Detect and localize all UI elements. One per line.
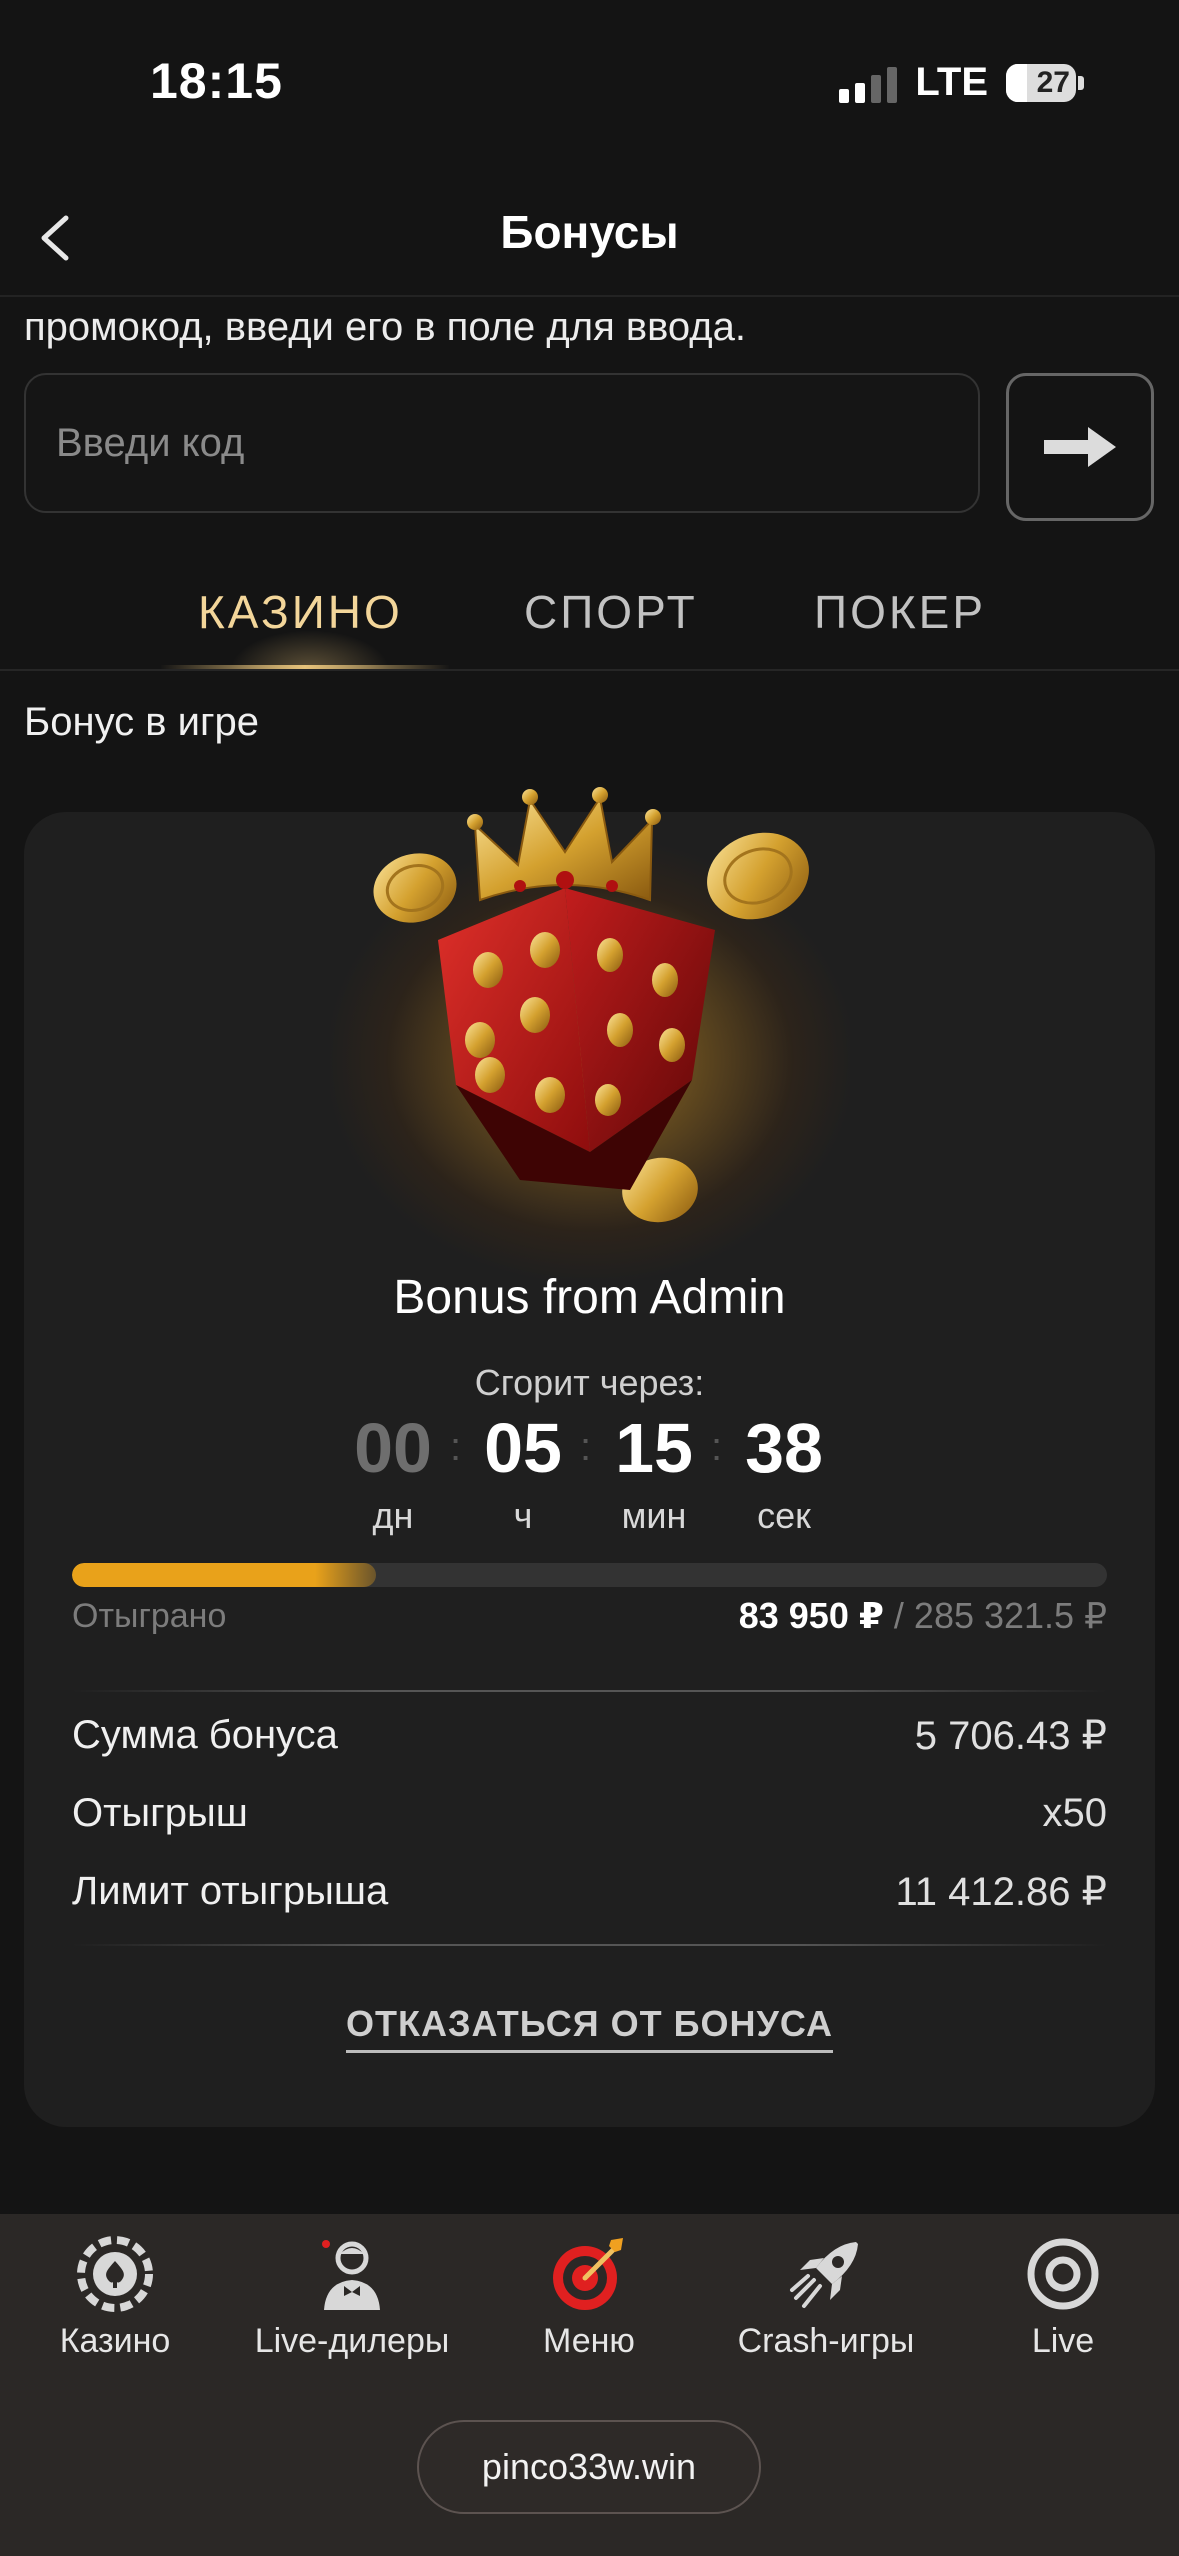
wager-limit-value: 11 412.86 ₽ [895,1870,1107,1914]
promo-hint: промокод, введи его в поле для ввода. [24,305,746,349]
tab-casino[interactable]: КАЗИНО [198,585,403,639]
domain-address[interactable]: pinco33w.win [417,2420,761,2514]
arrow-right-icon [1044,427,1116,467]
nav-menu[interactable]: Меню [474,2234,704,2361]
decline-bonus-label: ОТКАЗАТЬСЯ ОТ БОНУСА [346,2003,833,2053]
network-type: LTE [915,60,988,104]
casino-chip-icon [77,2236,153,2312]
timer-hours-unit: ч [513,1495,533,1536]
details-divider [72,1690,1107,1692]
timer-hours: 05 [484,1409,562,1487]
timer-minutes-unit: мин [621,1495,687,1536]
timer-seconds-unit: сек [757,1495,811,1536]
crowned-dice-illustration [373,787,809,1223]
wagered-label: Отыграно [72,1597,227,1635]
wager-multiplier-label: Отыгрыш [72,1791,248,1835]
bonus-name: Bonus from Admin [393,1271,786,1324]
battery-level: 27 [1036,65,1070,99]
timer-seconds: 38 [745,1409,823,1487]
tabs-divider [0,669,1179,671]
wager-limit-label: Лимит отыгрыша [72,1869,389,1913]
wagered-total: / 285 321.5 ₽ [893,1595,1107,1636]
timer-minutes: 15 [615,1409,693,1487]
page-title: Бонусы [500,206,679,258]
status-indicators: LTE 27 [839,60,1084,105]
wager-progress-fill [72,1563,377,1587]
signal-icon [839,63,898,103]
tab-poker[interactable]: ПОКЕР [814,585,986,639]
nav-live-dealers-label: Live-дилеры [254,2322,450,2360]
bonus-amount-value: 5 706.43 ₽ [914,1714,1107,1758]
wager-progress-bar [72,1563,1107,1587]
nav-crash-games[interactable]: Crash-игры [711,2234,941,2361]
timer-days: 00 [354,1409,432,1487]
nav-live-dealers[interactable]: Live-дилеры [237,2234,467,2361]
details-divider [72,1944,1107,1946]
nav-menu-label: Меню [543,2322,635,2360]
bonus-amount-label: Сумма бонуса [72,1713,338,1757]
submit-code-button[interactable] [1006,373,1154,521]
decline-bonus-button[interactable]: ОТКАЗАТЬСЯ ОТ БОНУСА [0,2003,1179,2053]
wagered-amounts: 83 950 ₽ / 285 321.5 ₽ [739,1595,1107,1637]
nav-casino-label: Казино [59,2322,171,2360]
status-time: 18:15 [150,53,283,109]
tab-sport[interactable]: СПОРТ [524,585,698,639]
live-circle-icon [1027,2238,1099,2310]
header-divider [0,295,1179,297]
rocket-icon [790,2242,858,2308]
expires-label: Сгорит через: [474,1362,705,1403]
promo-code-input[interactable]: Введи код [24,373,980,513]
nav-crash-games-label: Crash-игры [737,2322,915,2360]
nav-live[interactable]: Live [948,2234,1178,2361]
nav-casino[interactable]: Казино [0,2234,230,2361]
timer-days-unit: дн [372,1495,414,1536]
battery-icon: 27 [1006,63,1076,102]
section-title: Бонус в игре [24,700,260,744]
nav-live-label: Live [1031,2322,1095,2360]
live-dealer-icon [322,2240,380,2310]
target-dart-icon [553,2238,623,2310]
wagered-current: 83 950 ₽ [738,1595,884,1636]
wager-multiplier-value: x50 [1042,1791,1108,1835]
